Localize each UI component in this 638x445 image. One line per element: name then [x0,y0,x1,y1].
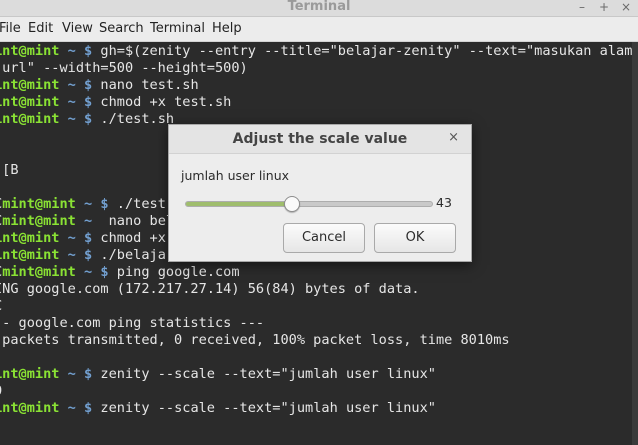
line-text: ./test.sh [92,111,175,127]
menu-terminal[interactable]: Terminal [150,21,205,36]
menu-help[interactable]: Help [212,21,242,36]
prompt-dir: ~ [84,213,93,229]
prompt-user: int@mint [0,366,60,382]
close-window-button[interactable]: × [618,0,634,14]
minimize-button[interactable]: – [574,0,590,14]
terminal-line: int@mint ~ $ nano test.sh [0,77,199,94]
prompt-user: mint@mint [2,213,76,229]
terminal-line: C [0,298,2,315]
menu-view[interactable]: View [62,21,93,36]
prompt-user: int@mint [0,43,60,59]
dialog-titlebar: Adjust the scale value × [169,125,471,154]
terminal-line: ING google.com (172.217.27.14) 56(84) by… [0,281,420,298]
line-text: url" --width=500 --height=500) [0,60,248,76]
dialog-close-icon[interactable]: × [448,130,459,145]
terminal-line: url" --width=500 --height=500) [0,60,248,77]
line-text: zenity --scale --text="jumlah user linux… [92,400,436,416]
prompt-dir: ~ [67,366,76,382]
prompt-user: int@mint [0,111,60,127]
terminal-line: int@mint ~ $ zenity --scale --text="juml… [0,366,436,383]
scale-slider[interactable] [185,196,433,212]
prompt-user: mint@mint [2,264,76,280]
terminal-scrollbar[interactable] [632,42,638,445]
line-text: chmod +x [92,230,166,246]
terminal-line: Cmint@mint ~ $ ./test [0,196,166,213]
prompt-dir: ~ [84,196,93,212]
prompt-user: int@mint [0,400,60,416]
prompt-dir: ~ [67,43,76,59]
dialog-title: Adjust the scale value [232,131,408,147]
line-text: 0 [0,383,2,399]
terminal-line: -- google.com ping statistics --- [0,315,264,332]
prompt-dir: ~ [67,247,76,263]
maximize-button[interactable]: + [596,0,612,14]
prompt-user: int@mint [0,247,60,263]
prompt-symbol: $ [100,196,109,212]
line-text: -- google.com ping statistics --- [0,315,265,331]
prompt-dir: ~ [67,400,76,416]
line-text: nano bel [100,213,175,229]
scale-label: jumlah user linux [181,168,290,183]
window-title: Terminal [287,0,351,14]
prompt-symbol: $ [84,230,93,246]
terminal-line: int@mint ~ $ chmod +x [0,230,166,247]
line-text: nano test.sh [92,77,199,93]
terminal-line: Cmint@mint ~ $ ping google.com [0,264,240,281]
terminal-line: packets transmitted, 0 received, 100% pa… [0,332,510,349]
line-text: ING google.com (172.217.27.14) 56(84) by… [0,281,420,297]
menu-file[interactable]: File [0,21,21,36]
ok-button[interactable]: OK [374,223,456,253]
prompt-user: int@mint [0,94,60,110]
prompt-symbol: $ [84,400,93,416]
terminal-line: int@mint ~ $ chmod +x test.sh [0,94,231,111]
menu-edit[interactable]: Edit [28,21,53,36]
terminal-line: int@mint ~ $ gh=$(zenity --entry --title… [0,43,638,60]
prompt-symbol: $ [84,247,93,263]
prompt-symbol: $ [84,111,93,127]
prompt-user: int@mint [0,230,60,246]
scale-dialog: Adjust the scale value × jumlah user lin… [168,124,472,262]
prompt-symbol: $ [84,94,93,110]
prompt-dir: ~ [84,264,93,280]
line-text: ./test [108,196,166,212]
line-text: ping google.com [108,264,240,280]
terminal-line: [[B [0,162,19,179]
terminal-line: int@mint ~ $ zenity --scale --text="juml… [0,400,436,417]
line-text: [[B [0,162,19,178]
terminal-titlebar: Terminal – + × [0,0,638,17]
prompt-user: mint@mint [2,196,76,212]
slider-thumb[interactable] [283,196,300,212]
prompt-dir: ~ [67,77,76,93]
terminal-line: int@mint ~ $ ./test.sh [0,111,174,128]
cancel-button[interactable]: Cancel [283,223,365,253]
menu-search[interactable]: Search [99,21,144,36]
line-text: gh=$(zenity --entry --title="belajar-zen… [92,43,638,59]
prompt-user: int@mint [0,77,60,93]
menu-bar: File Edit View Search Terminal Help [0,17,638,42]
prompt-symbol: $ [84,366,93,382]
scale-value: 43 [436,195,452,210]
terminal-line: 0 [0,383,2,400]
prompt-dir: ~ [67,94,76,110]
line-text: C [0,298,2,314]
line-text: chmod +x test.sh [92,94,232,110]
line-text: packets transmitted, 0 received, 100% pa… [0,332,510,348]
terminal-line: Cmint@mint ~ nano bel [0,213,174,230]
prompt-symbol: $ [84,77,93,93]
prompt-dir: ~ [67,111,76,127]
line-text: zenity --scale --text="jumlah user linux… [92,366,436,382]
prompt-symbol: $ [84,43,93,59]
prompt-symbol: $ [100,264,109,280]
prompt-dir: ~ [67,230,76,246]
slider-fill [186,202,292,206]
